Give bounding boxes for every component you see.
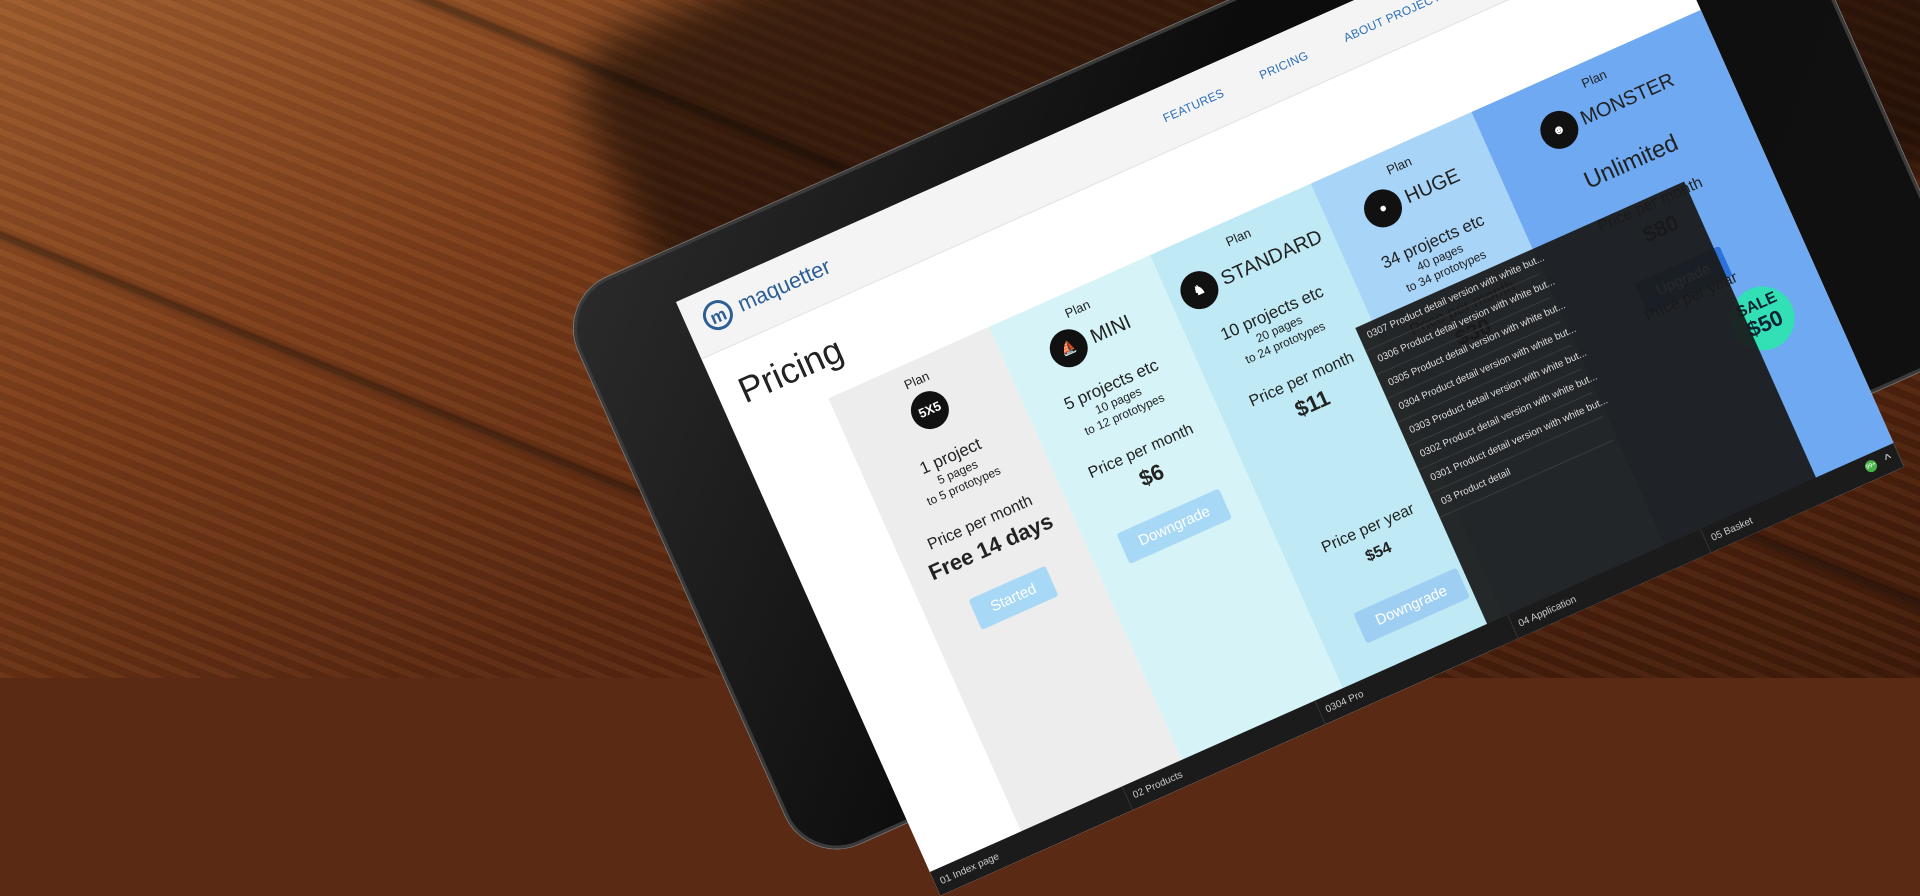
monster-icon: ☻: [1533, 104, 1584, 156]
nav-pricing[interactable]: PRICING: [1257, 48, 1310, 82]
downgrade-button[interactable]: Downgrade: [1116, 488, 1233, 565]
plan-name: HUGE: [1401, 164, 1464, 208]
elephant-icon: ●: [1358, 183, 1409, 234]
nav-features[interactable]: FEATURES: [1161, 86, 1227, 125]
started-button[interactable]: Started: [968, 565, 1059, 631]
plan-name: MINI: [1086, 310, 1135, 348]
submarine-icon: ⛵: [1043, 323, 1094, 374]
plan-5x5-badge-icon: 5X5: [904, 384, 955, 436]
logo-icon: m: [698, 295, 738, 335]
nav-about-project[interactable]: ABOUT PROJECT: [1341, 0, 1442, 45]
downgrade-button[interactable]: Downgrade: [1353, 567, 1470, 644]
horse-icon: ♞: [1174, 265, 1225, 316]
